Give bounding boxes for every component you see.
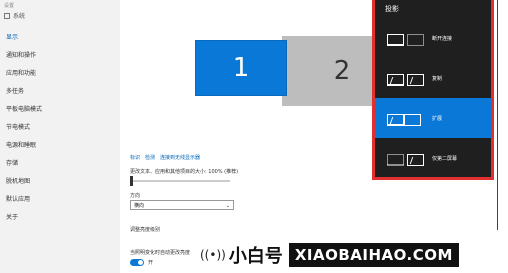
- project-panel: 投影 断开连接 复制 扩展 仅第二屏幕: [372, 0, 494, 180]
- sidebar-item-power-sleep[interactable]: 电源和睡眠: [6, 140, 36, 149]
- display-links: 标识 检测 连接到无线显示器: [130, 154, 200, 161]
- sidebar-item-notifications[interactable]: 通知和操作: [6, 50, 36, 59]
- watermark: ((•)) 小白号 XIAOBAIHAO.COM: [200, 236, 508, 273]
- scale-slider[interactable]: [130, 176, 230, 186]
- monitor-1[interactable]: 1: [195, 40, 287, 96]
- window-title: 设置: [4, 3, 15, 9]
- auto-brightness-label: 当照明变化时自动更改亮度: [130, 250, 191, 256]
- app-title: 系统: [4, 11, 25, 20]
- sidebar-item-tablet-mode[interactable]: 平板电脑模式: [6, 104, 42, 113]
- chevron-down-icon: ⌄: [225, 203, 230, 209]
- project-option-extend[interactable]: 扩展: [375, 98, 491, 138]
- app-title-label: 系统: [13, 13, 26, 20]
- orientation-label: 方向: [130, 193, 141, 199]
- identify-link[interactable]: 标识: [130, 154, 140, 161]
- orientation-select[interactable]: 横向 ⌄: [130, 200, 234, 210]
- detect-link[interactable]: 检测: [145, 154, 155, 161]
- sidebar-item-multitasking[interactable]: 多任务: [6, 86, 24, 95]
- project-panel-title: 投影: [385, 5, 399, 13]
- sidebar-item-default-apps[interactable]: 默认应用: [6, 194, 30, 203]
- project-option-pc-only[interactable]: 断开连接: [375, 18, 491, 58]
- orientation-value: 横向: [134, 203, 145, 209]
- pc-screen-only-icon: [387, 30, 431, 48]
- project-option-label: 复制: [432, 76, 443, 82]
- sidebar-item-storage[interactable]: 存储: [6, 158, 18, 167]
- sidebar-item-offline-maps[interactable]: 脱机地图: [6, 176, 30, 185]
- broadcast-icon: ((•)): [200, 247, 226, 262]
- auto-brightness-state: 开: [148, 260, 154, 266]
- settings-sidebar: 设置 系统 显示 通知和操作 应用和功能 多任务 平板电脑模式 节电模式 电源和…: [0, 0, 120, 273]
- auto-brightness-toggle[interactable]: [130, 259, 144, 266]
- project-option-duplicate[interactable]: 复制: [375, 58, 491, 98]
- brightness-label: 调整亮度级别: [130, 227, 161, 233]
- watermark-cn: 小白号: [228, 245, 283, 267]
- sidebar-item-display[interactable]: 显示: [6, 32, 18, 41]
- second-screen-only-icon: [387, 150, 431, 168]
- sidebar-item-about[interactable]: 关于: [6, 212, 18, 221]
- sidebar-item-battery-saver[interactable]: 节电模式: [6, 122, 30, 131]
- project-option-second-only[interactable]: 仅第二屏幕: [375, 138, 491, 178]
- extend-icon: [387, 110, 431, 128]
- connect-wireless-link[interactable]: 连接到无线显示器: [160, 154, 200, 161]
- home-icon[interactable]: [4, 12, 10, 19]
- scale-label: 更改文本、应用和其他项目的大小: 100% (推荐): [130, 169, 239, 175]
- panel-edge-divider: [497, 0, 498, 230]
- sidebar-item-apps[interactable]: 应用和功能: [6, 68, 36, 77]
- project-option-label: 断开连接: [432, 36, 453, 42]
- duplicate-icon: [387, 70, 431, 88]
- slider-thumb[interactable]: [130, 176, 133, 186]
- project-option-label: 扩展: [432, 116, 443, 122]
- watermark-en: XIAOBAIHAO.COM: [288, 242, 459, 267]
- project-option-label: 仅第二屏幕: [432, 156, 458, 162]
